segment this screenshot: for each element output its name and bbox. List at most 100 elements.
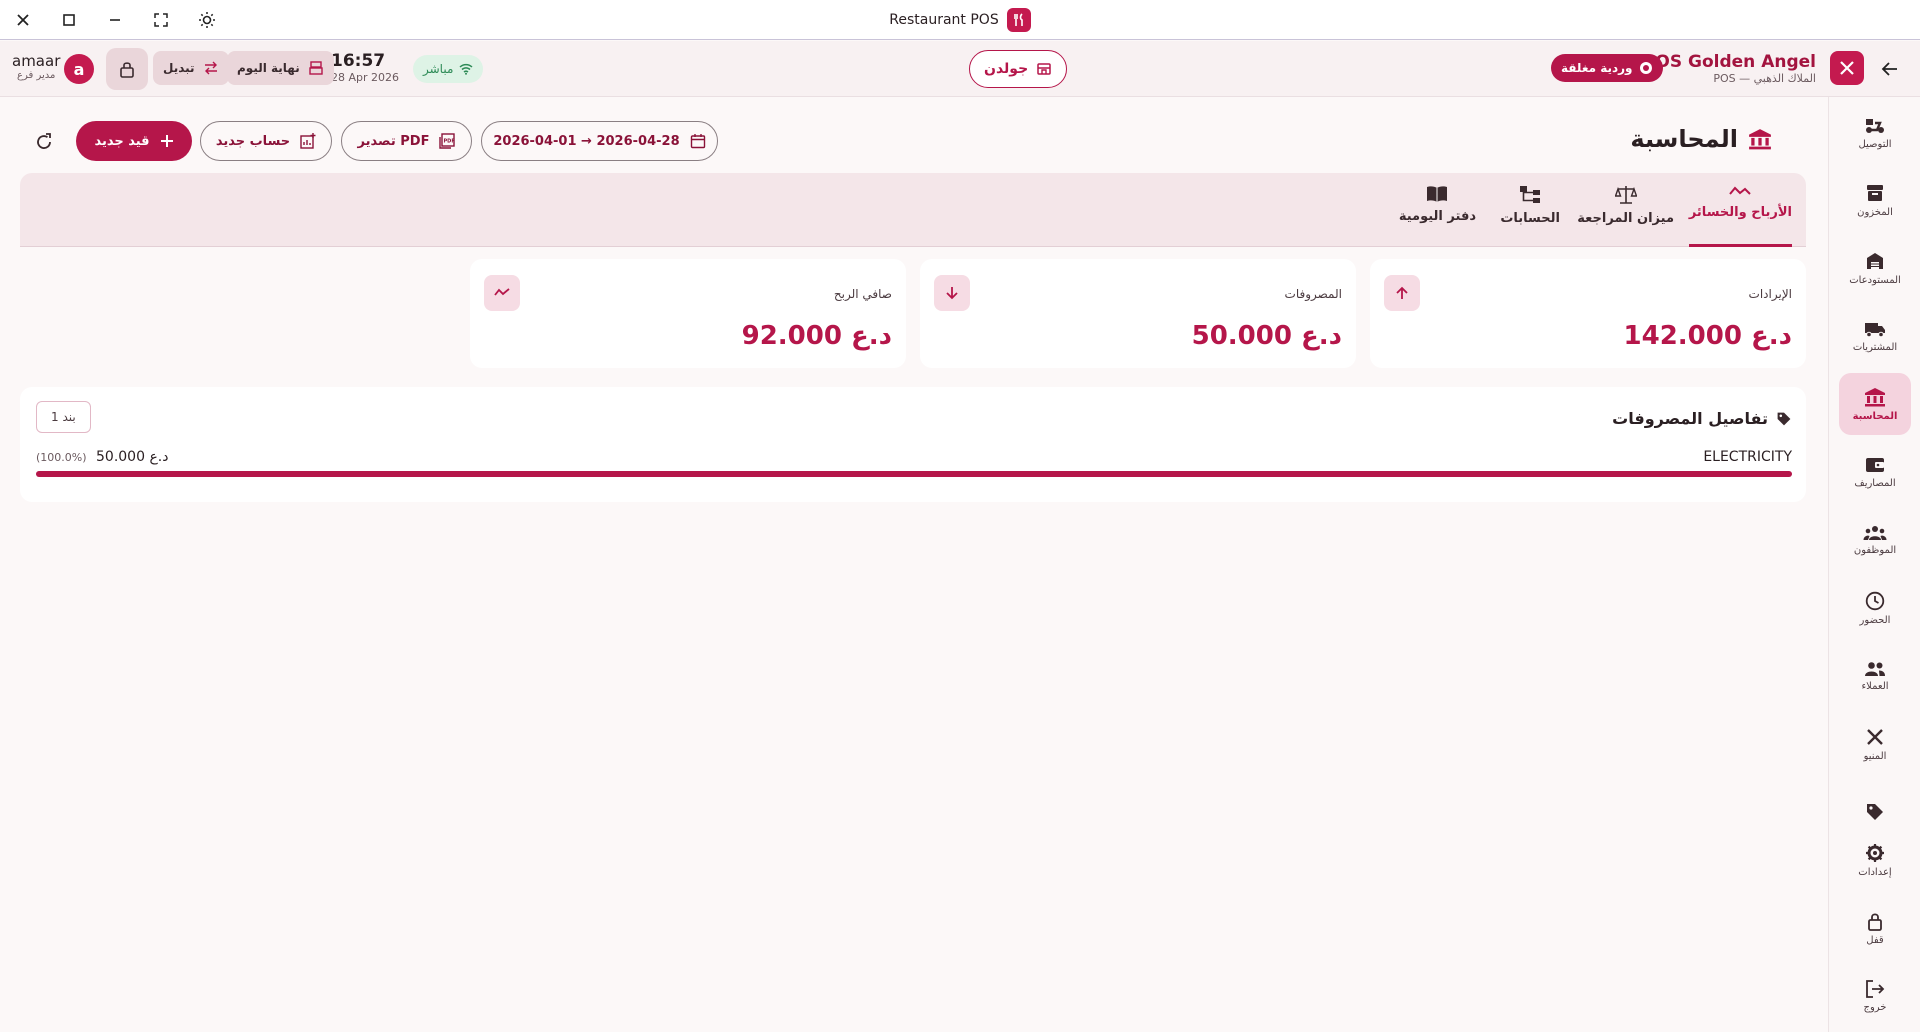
expense-details-panel: تفاصيل المصروفات 1 بند ELECTRICITY 50.00… <box>20 387 1806 502</box>
sidebar-item-staff[interactable]: الموظفون <box>1839 509 1911 571</box>
sidebar-item-label: قفل <box>1866 934 1884 946</box>
lock-icon <box>120 62 134 78</box>
switch-label: تبديل <box>163 61 195 75</box>
expense-row-percent: (100.0%) <box>36 451 87 464</box>
sidebar-item-label: المستودعات <box>1849 274 1901 286</box>
user-name: amaar <box>12 52 61 70</box>
new-account-button[interactable]: حساب جديد <box>200 121 332 161</box>
refresh-icon <box>37 133 51 149</box>
sidebar-item-accounting[interactable]: المحاسبة <box>1839 373 1911 435</box>
end-of-day-button[interactable]: نهاية اليوم <box>227 51 334 85</box>
sidebar-item-label: الموظفون <box>1853 544 1897 556</box>
page-title: المحاسبة <box>1630 125 1772 153</box>
sidebar-item-inventory[interactable]: المخزون <box>1839 169 1911 231</box>
app-header: POS Golden Angel POS — الملاك الذهبي ورد… <box>0 41 1920 97</box>
sidebar-item-attendance[interactable]: الحضور <box>1839 577 1911 639</box>
wifi-icon <box>459 63 473 75</box>
item-count-badge: 1 بند <box>36 401 91 433</box>
expenses-label: المصروفات <box>1284 287 1342 301</box>
menu-icon <box>1867 728 1883 745</box>
branch-label: جولدن <box>984 61 1029 77</box>
new-account-label: حساب جديد <box>215 133 291 149</box>
tab-trial-balance[interactable]: ميزان المراجعة <box>1577 185 1674 247</box>
connection-label: مباشر <box>423 62 454 76</box>
plus-icon <box>160 135 173 147</box>
warehouse-icon <box>1867 252 1883 269</box>
delivery-icon <box>1866 118 1884 133</box>
window-title-text: Restaurant POS <box>889 12 999 28</box>
shift-status-badge[interactable]: وردية مغلقة <box>1551 54 1663 82</box>
tab-label: الأرباح والخسائر <box>1688 205 1792 220</box>
refresh-button[interactable] <box>30 128 58 156</box>
staff-icon <box>1863 525 1887 540</box>
tab-accounts[interactable]: الحسابات <box>1500 185 1560 247</box>
sidebar-item-label: المصاريف <box>1854 477 1896 489</box>
expense-details-title: تفاصيل المصروفات <box>1612 409 1768 428</box>
pdf-icon: PDF <box>439 133 455 149</box>
expense-details-header: تفاصيل المصروفات <box>1612 409 1792 428</box>
date-range-label: 2026-04-01 → 2026-04-28 <box>493 133 680 149</box>
switch-user-button[interactable]: تبديل <box>153 51 229 85</box>
new-entry-button[interactable]: قيد جديد <box>76 121 192 161</box>
calendar-icon <box>690 134 705 149</box>
tab-journal[interactable]: دفتر اليومية <box>1399 185 1476 247</box>
shift-status-icon <box>1639 62 1652 74</box>
sidebar-item-warehouses[interactable]: المستودعات <box>1839 237 1911 299</box>
customers-icon <box>1865 661 1885 676</box>
truck-icon <box>1865 322 1885 337</box>
user-info: amaar مدير فرع <box>12 52 60 81</box>
avatar[interactable]: a <box>64 54 94 84</box>
net-profit-card: صافي الربح 92.000 د.ع <box>470 259 906 368</box>
date-range-picker[interactable]: 2026-04-01 → 2026-04-28 <box>481 121 718 161</box>
clock-icon <box>1865 591 1885 610</box>
tag-icon <box>1867 804 1883 820</box>
sidebar-item-customers[interactable]: العملاء <box>1839 645 1911 707</box>
window-title: Restaurant POS <box>0 8 1920 32</box>
logout-icon <box>1866 979 1885 998</box>
sidebar-item-label: إعدادات <box>1858 866 1892 878</box>
brand-name: POS Golden Angel <box>1642 51 1816 72</box>
sidebar-item-label: العملاء <box>1861 680 1889 692</box>
export-pdf-button[interactable]: تصدير PDF PDF <box>341 121 472 161</box>
revenue-label: الإيرادات <box>1748 287 1792 301</box>
bank-icon <box>1865 387 1885 406</box>
expense-row-amount: 50.000 د.ع <box>96 449 169 465</box>
scale-icon <box>1614 186 1637 204</box>
tab-label: دفتر اليومية <box>1398 209 1476 224</box>
export-pdf-label: تصدير PDF <box>357 133 430 149</box>
trending-icon <box>484 275 520 311</box>
connection-status-badge: مباشر <box>413 55 484 83</box>
branch-selector-button[interactable]: جولدن <box>969 50 1068 88</box>
tree-icon <box>1520 186 1541 203</box>
sidebar-item-lock[interactable]: قفل <box>1839 897 1911 959</box>
end-of-day-label: نهاية اليوم <box>237 61 300 75</box>
sidebar-item-label: المحاسبة <box>1852 410 1898 422</box>
sidebar-item-purchases[interactable]: المشتريات <box>1839 305 1911 367</box>
lock-screen-button[interactable] <box>106 48 148 90</box>
back-button[interactable] <box>1876 55 1904 83</box>
arrow-down-icon <box>934 275 970 311</box>
svg-text:PDF: PDF <box>444 139 455 145</box>
user-role: مدير فرع <box>17 70 56 81</box>
shift-status-label: وردية مغلقة <box>1561 61 1633 75</box>
arrow-back-icon <box>1881 62 1897 76</box>
tab-profit-loss[interactable]: الأرباح والخسائر <box>1688 185 1792 247</box>
tab-bar: الأرباح والخسائر ميزان المراجعة الحسابات… <box>20 173 1806 247</box>
clock: 16:57 28 Apr 2026 <box>331 51 399 84</box>
expense-row-name: ELECTRICITY <box>1703 449 1792 465</box>
sidebar-item-menu[interactable]: المنيو <box>1839 713 1911 775</box>
expense-share-fill <box>36 471 1792 477</box>
sidebar-item-settings[interactable]: إعدادات <box>1839 829 1911 891</box>
arrow-up-icon <box>1384 275 1420 311</box>
sidebar-item-delivery[interactable]: التوصيل <box>1839 101 1911 163</box>
sidebar-item-expenses[interactable]: المصاريف <box>1839 441 1911 503</box>
tab-label: الحسابات <box>1500 211 1560 226</box>
sidebar-item-logout[interactable]: خروج <box>1839 965 1911 1027</box>
sidebar-item-label: التوصيل <box>1858 138 1892 150</box>
tag-icon <box>1777 412 1791 425</box>
store-icon <box>1037 63 1051 75</box>
new-entry-label: قيد جديد <box>94 133 150 149</box>
register-icon <box>309 61 323 75</box>
brand-subtitle: POS — الملاك الذهبي <box>1713 71 1816 85</box>
swap-icon <box>204 61 217 75</box>
